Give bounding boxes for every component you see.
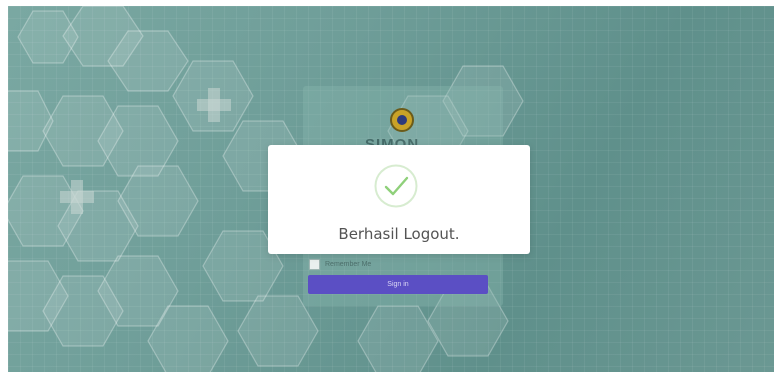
- remember-me[interactable]: Remember Me: [309, 259, 371, 270]
- remember-me-label: Remember Me: [325, 261, 372, 268]
- success-check-icon: [374, 164, 418, 208]
- login-page-background: SIMON Remember Me Sign in Berhasil Logou…: [8, 6, 774, 372]
- logout-success-dialog: Berhasil Logout.: [268, 145, 530, 254]
- remember-me-checkbox[interactable]: [309, 259, 320, 270]
- sign-in-button[interactable]: Sign in: [308, 275, 488, 294]
- dialog-title: Berhasil Logout.: [338, 225, 460, 243]
- logo-icon: [390, 108, 414, 132]
